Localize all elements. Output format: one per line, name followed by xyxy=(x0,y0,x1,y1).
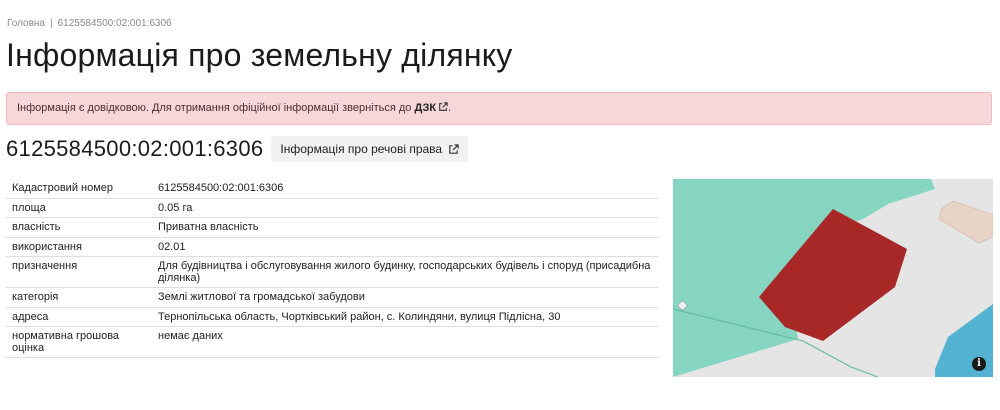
row-label: призначення xyxy=(6,256,152,289)
row-value: 6125584500:02:001:6306 xyxy=(152,179,658,199)
external-link-icon xyxy=(439,102,448,111)
parcel-map[interactable]: i xyxy=(673,179,993,377)
table-row: власність Приватна власність xyxy=(6,217,658,238)
table-row: адреса Тернопільська область, Чортківськи… xyxy=(6,307,658,328)
row-label: адреса xyxy=(6,307,152,328)
cadastral-number: 6125584500:02:001:6306 xyxy=(6,136,264,161)
breadcrumb-current: 6125584500:02:001:6306 xyxy=(57,18,172,29)
table-row: категорія Землі житлової та громадської з… xyxy=(6,287,658,308)
row-value: Для будівництва і обслуговування жилого … xyxy=(152,256,658,289)
property-rights-button[interactable]: Інформація про речові права xyxy=(271,136,469,162)
table-row: нормативна грошова оцінка немає даних xyxy=(6,326,658,359)
table-row: площа 0.05 га xyxy=(6,198,658,219)
external-link-icon xyxy=(449,143,459,154)
breadcrumb-home-link[interactable]: Головна xyxy=(7,18,45,29)
table-row: Кадастровий номер 6125584500:02:001:6306 xyxy=(6,179,658,199)
page-title: Інформація про земельну ділянку xyxy=(6,37,513,73)
parcel-info-table: Кадастровий номер 6125584500:02:001:6306 п… xyxy=(6,179,658,359)
cadastral-header: 6125584500:02:001:6306 Інформація про ре… xyxy=(6,136,469,162)
info-icon[interactable]: i xyxy=(972,357,986,371)
row-label: Кадастровий номер xyxy=(6,179,152,199)
dzk-link-label: ДЗК xyxy=(414,102,437,114)
row-label: власність xyxy=(6,217,152,238)
row-value: Приватна власність xyxy=(152,217,658,238)
row-label: категорія xyxy=(6,287,152,308)
breadcrumb-separator: | xyxy=(50,18,53,29)
row-value: 0.05 га xyxy=(152,198,658,219)
disclaimer-alert: Інформація є довідковою. Для отримання о… xyxy=(6,92,992,125)
row-label: нормативна грошова оцінка xyxy=(6,326,152,359)
row-value: Тернопільська область, Чортківський райо… xyxy=(152,307,658,328)
alert-end: . xyxy=(448,102,452,114)
table-row: призначення Для будівництва і обслуговува… xyxy=(6,256,658,289)
breadcrumb: Головна | 6125584500:02:001:6306 xyxy=(7,18,172,29)
row-value: немає даних xyxy=(152,326,658,359)
map-canvas[interactable] xyxy=(673,179,993,377)
row-label: площа xyxy=(6,198,152,219)
row-value: Землі житлової та громадської забудови xyxy=(152,287,658,308)
alert-text: Інформація є довідковою. Для отримання о… xyxy=(17,102,412,114)
table-row: використання 02.01 xyxy=(6,237,658,258)
property-rights-label: Інформація про речові права xyxy=(280,142,443,156)
dzk-link[interactable]: ДЗК xyxy=(414,102,448,114)
row-label: використання xyxy=(6,237,152,258)
row-value: 02.01 xyxy=(152,237,658,258)
